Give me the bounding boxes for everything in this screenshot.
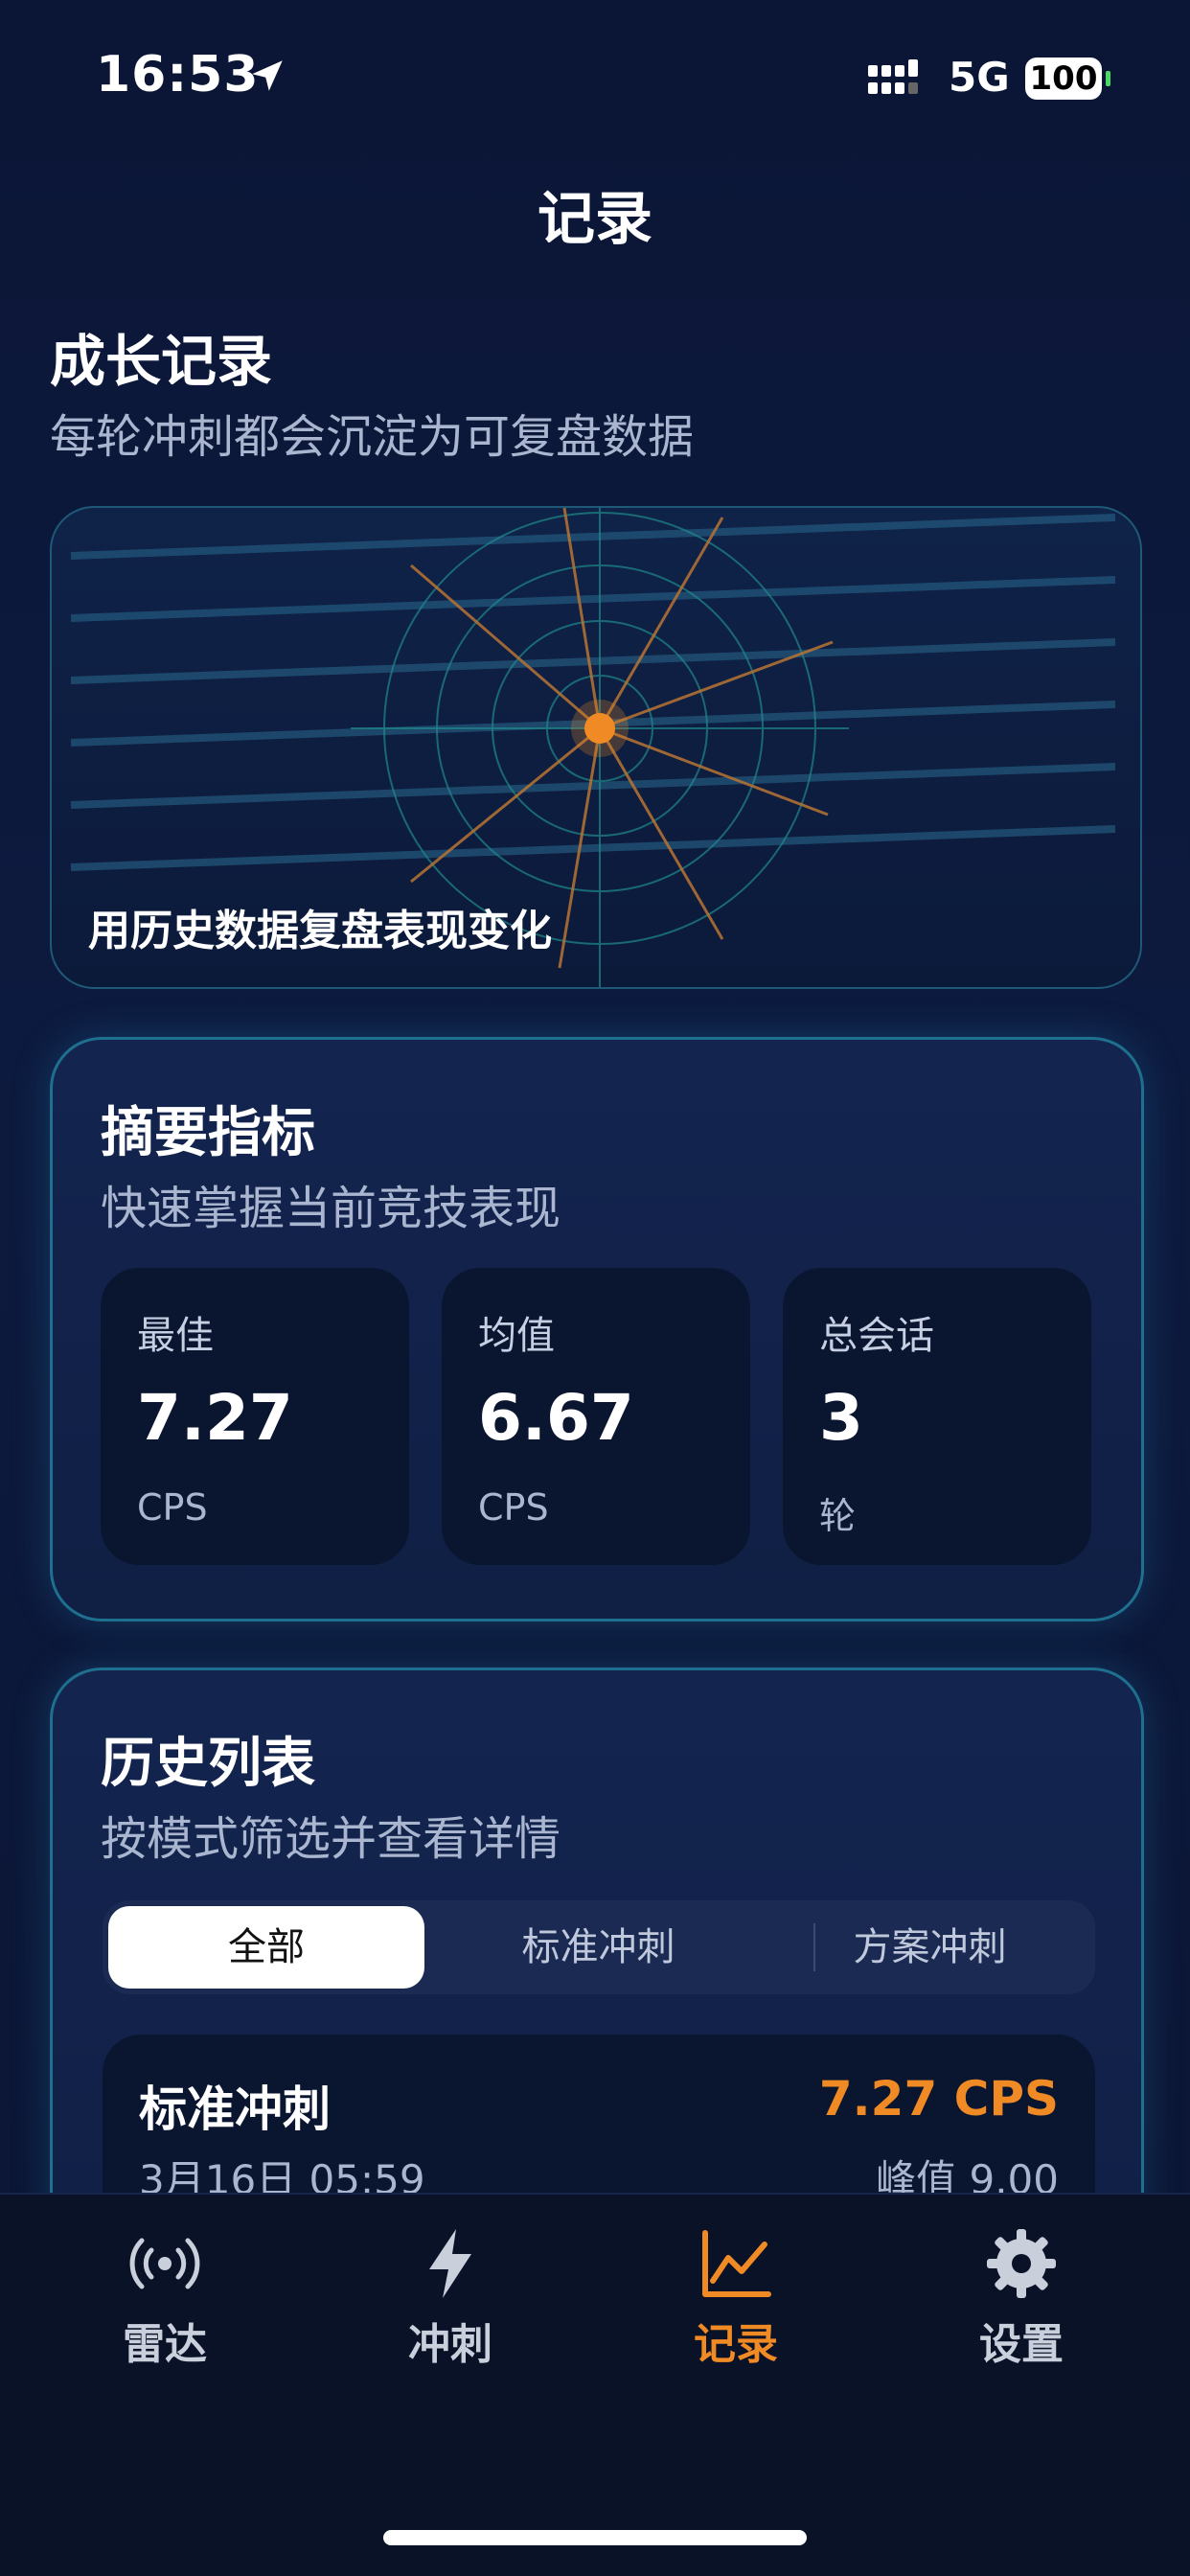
tab-bar: 雷达 冲刺 记录 设置 — [0, 2193, 1190, 2576]
metric-unit: CPS — [478, 1486, 549, 1529]
mode-filter: 全部 标准冲刺 方案冲刺 — [103, 1900, 1095, 1994]
tab-label: 记录 — [694, 2320, 778, 2369]
filter-all[interactable]: 全部 — [108, 1906, 424, 1989]
summary-subtitle: 快速掌握当前竞技表现 — [101, 1182, 561, 1235]
metric-value: 7.27 — [137, 1381, 293, 1455]
metric-average: 均值 6.67 CPS — [442, 1268, 750, 1565]
bolt-icon — [429, 2229, 471, 2298]
home-indicator[interactable] — [383, 2530, 807, 2545]
location-arrow-icon — [252, 60, 283, 91]
tab-label: 设置 — [979, 2320, 1064, 2369]
filter-standard[interactable]: 标准冲刺 — [433, 1900, 764, 1994]
tab-label: 雷达 — [123, 2320, 207, 2369]
metric-label: 均值 — [478, 1314, 555, 1358]
metric-value: 3 — [819, 1381, 863, 1455]
metric-label: 最佳 — [137, 1314, 214, 1358]
metric-unit: 轮 — [819, 1495, 857, 1537]
metric-label: 总会话 — [819, 1314, 934, 1358]
filter-plan[interactable]: 方案冲刺 — [765, 1900, 1095, 1994]
tab-sprint[interactable]: 冲刺 — [355, 2223, 546, 2371]
network-type: 5G — [949, 54, 1010, 101]
history-subtitle: 按模式筛选并查看详情 — [101, 1812, 561, 1866]
tab-label: 冲刺 — [408, 2320, 492, 2369]
records-screen: 16:53 5G 100 记录 成长记录 每轮冲刺都会沉淀为可复盘数据 用历史数… — [0, 0, 1190, 2576]
history-cps: 7.27 CPS — [818, 2071, 1059, 2127]
battery-indicator: 100 — [1025, 58, 1102, 100]
page-title: 记录 — [538, 186, 652, 253]
metric-sessions: 总会话 3 轮 — [783, 1268, 1091, 1565]
battery-cap — [1106, 71, 1110, 86]
tab-records[interactable]: 记录 — [640, 2223, 832, 2371]
summary-card: 摘要指标 快速掌握当前竞技表现 最佳 7.27 CPS 均值 6.67 CPS … — [50, 1037, 1144, 1622]
history-title: 历史列表 — [101, 1733, 315, 1795]
gear-icon — [987, 2229, 1056, 2298]
growth-hero-card: 用历史数据复盘表现变化 — [50, 506, 1142, 989]
metric-value: 6.67 — [478, 1381, 634, 1455]
chart-icon — [702, 2230, 771, 2297]
summary-title: 摘要指标 — [101, 1102, 315, 1164]
signal-icon — [868, 59, 918, 94]
growth-subtitle: 每轮冲刺都会沉淀为可复盘数据 — [50, 410, 695, 464]
hero-caption: 用历史数据复盘表现变化 — [88, 907, 552, 955]
status-time: 16:53 — [96, 46, 260, 104]
radar-icon — [129, 2238, 200, 2289]
growth-title: 成长记录 — [50, 329, 273, 394]
tab-radar[interactable]: 雷达 — [69, 2223, 261, 2371]
history-mode: 标准冲刺 — [139, 2082, 331, 2137]
status-bar: 16:53 5G 100 — [0, 0, 1190, 153]
metric-unit: CPS — [137, 1486, 208, 1529]
metric-best: 最佳 7.27 CPS — [101, 1268, 409, 1565]
tab-settings[interactable]: 设置 — [926, 2223, 1117, 2371]
